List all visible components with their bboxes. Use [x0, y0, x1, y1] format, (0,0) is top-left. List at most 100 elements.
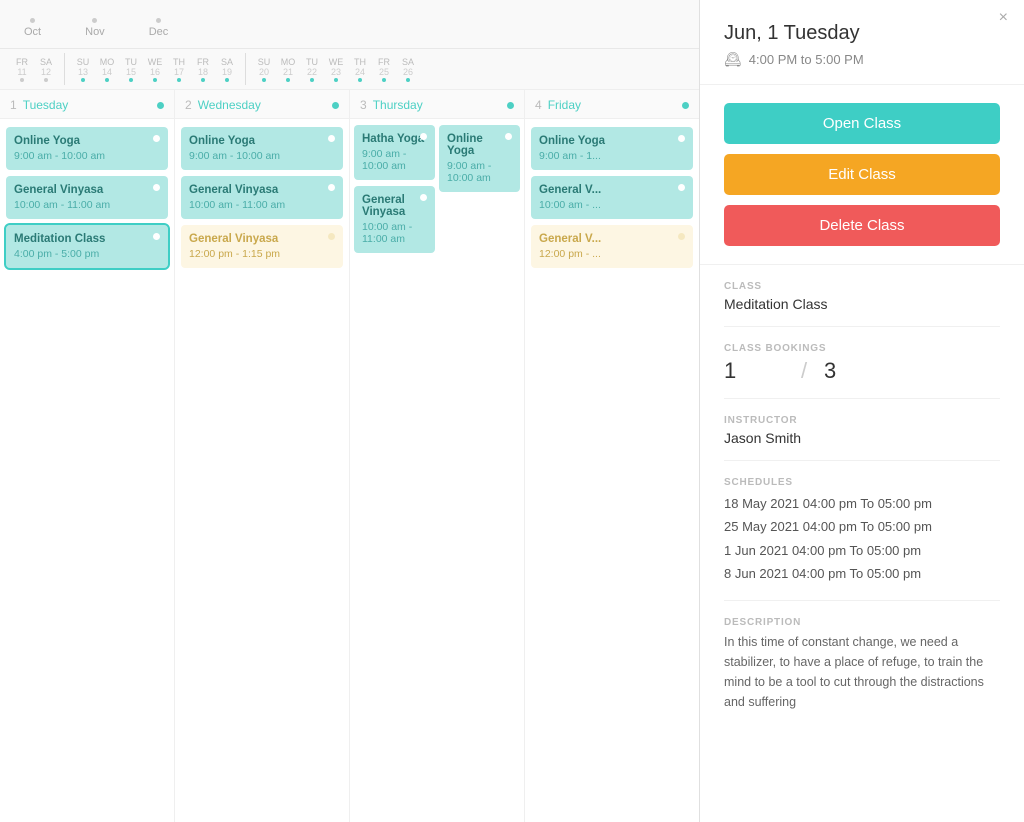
day-num-2: 2: [185, 98, 192, 112]
event-title: Online Yoga: [14, 135, 160, 147]
event-title: General Vinyasa: [14, 184, 160, 196]
day-col-friday: 4 Friday Online Yoga 9:00 am - 1... Gene…: [525, 90, 699, 822]
event-dot: [678, 135, 685, 142]
event-dot: [328, 184, 335, 191]
day-header-friday: 4 Friday: [525, 90, 699, 119]
instructor-label: INSTRUCTOR: [724, 415, 1000, 426]
event-general-vinyasa-thu[interactable]: General Vinyasa 10:00 am - 11:00 am: [354, 186, 435, 253]
event-title: General Vinyasa: [362, 194, 427, 218]
event-time: 10:00 am - 11:00 am: [189, 199, 335, 211]
schedule-item-1: 18 May 2021 04:00 pm To 05:00 pm: [724, 492, 1000, 515]
event-general-vinyasa-fri2[interactable]: General V... 12:00 pm - ...: [531, 225, 693, 268]
calendar-panel: Oct Nov Dec FR11 SA12 SU13 MO14 TU15 WE1…: [0, 0, 700, 822]
panel-header: Jun, 1 Tuesday 🕰 4:00 PM to 5:00 PM: [700, 0, 1024, 85]
event-title: Meditation Class: [14, 233, 160, 245]
day-name-wednesday: Wednesday: [198, 98, 261, 112]
event-online-yoga-tue[interactable]: Online Yoga 9:00 am - 10:00 am: [6, 127, 168, 170]
day-events-tuesday: Online Yoga 9:00 am - 10:00 am General V…: [0, 119, 174, 276]
event-time: 12:00 pm - 1:15 pm: [189, 248, 335, 260]
bookings-current: 1: [724, 358, 784, 384]
class-value: Meditation Class: [724, 296, 1000, 312]
day-name-friday: Friday: [548, 98, 581, 112]
event-time: 9:00 am - 10:00 am: [362, 148, 427, 172]
event-title: Online Yoga: [189, 135, 335, 147]
month-nov: Nov: [85, 18, 105, 38]
event-dot: [678, 184, 685, 191]
month-dec: Dec: [149, 18, 169, 38]
month-oct: Oct: [24, 18, 41, 38]
week-group-3: SU20 MO21 TU22 WE23 TH24 FR25 SA26: [252, 55, 420, 84]
schedule-item-4: 8 Jun 2021 04:00 pm To 05:00 pm: [724, 562, 1000, 585]
day-col-wednesday: 2 Wednesday Online Yoga 9:00 am - 10:00 …: [175, 90, 350, 822]
schedules-list: 18 May 2021 04:00 pm To 05:00 pm 25 May …: [724, 492, 1000, 586]
open-class-button[interactable]: Open Class: [724, 103, 1000, 144]
month-dot-nov: [92, 18, 97, 23]
event-title: Online Yoga: [447, 133, 512, 157]
event-title: Online Yoga: [539, 135, 685, 147]
clock-icon: 🕰: [724, 51, 742, 68]
day-header-wednesday: 2 Wednesday: [175, 90, 349, 119]
event-general-vinyasa-fri[interactable]: General V... 10:00 am - ...: [531, 176, 693, 219]
bookings-row: 1 / 3: [724, 358, 1000, 384]
event-hatha-yoga-thu[interactable]: Hatha Yoga 9:00 am - 10:00 am: [354, 125, 435, 180]
event-time: 10:00 am - 11:00 am: [14, 199, 160, 211]
schedules-label: SCHEDULES: [724, 477, 1000, 488]
event-online-yoga-wed[interactable]: Online Yoga 9:00 am - 10:00 am: [181, 127, 343, 170]
bookings-label: CLASS BOOKINGS: [724, 343, 1000, 354]
event-general-vinyasa-wed1[interactable]: General Vinyasa 10:00 am - 11:00 am: [181, 176, 343, 219]
event-time: 10:00 am - ...: [539, 199, 685, 211]
event-time: 12:00 pm - ...: [539, 248, 685, 260]
thursday-col-1: Hatha Yoga 9:00 am - 10:00 am General Vi…: [354, 125, 435, 253]
month-label-oct: Oct: [24, 26, 41, 38]
schedule-item-3: 1 Jun 2021 04:00 pm To 05:00 pm: [724, 539, 1000, 562]
event-online-yoga-thu[interactable]: Online Yoga 9:00 am - 10:00 am: [439, 125, 520, 192]
panel-time-row: 🕰 4:00 PM to 5:00 PM: [724, 51, 1000, 68]
timeline-nav: Oct Nov Dec: [0, 0, 699, 49]
week-group-1: FR11 SA12: [10, 55, 58, 84]
week-group-2: SU13 MO14 TU15 WE16 TH17 FR18 SA19: [71, 55, 239, 84]
event-time: 10:00 am - 11:00 am: [362, 221, 427, 245]
day-num-1: 1: [10, 98, 17, 112]
day-dot-wednesday: [332, 102, 339, 109]
day-header-tuesday: 1 Tuesday: [0, 90, 174, 119]
edit-class-button[interactable]: Edit Class: [724, 154, 1000, 195]
instructor-section: INSTRUCTOR Jason Smith: [724, 415, 1000, 461]
event-dot: [678, 233, 685, 240]
event-dot: [420, 194, 427, 201]
bookings-slash: /: [784, 358, 824, 384]
event-online-yoga-fri[interactable]: Online Yoga 9:00 am - 1...: [531, 127, 693, 170]
schedules-section: SCHEDULES 18 May 2021 04:00 pm To 05:00 …: [724, 477, 1000, 601]
schedule-item-2: 25 May 2021 04:00 pm To 05:00 pm: [724, 515, 1000, 538]
class-label: CLASS: [724, 281, 1000, 292]
day-events-thursday: Hatha Yoga 9:00 am - 10:00 am General Vi…: [350, 119, 524, 259]
delete-class-button[interactable]: Delete Class: [724, 205, 1000, 246]
event-title: Hatha Yoga: [362, 133, 427, 145]
event-meditation-tue[interactable]: Meditation Class 4:00 pm - 5:00 pm: [6, 225, 168, 268]
event-dot: [420, 133, 427, 140]
event-dot: [328, 233, 335, 240]
event-dot: [153, 184, 160, 191]
event-dot: [153, 135, 160, 142]
event-title: General Vinyasa: [189, 233, 335, 245]
event-dot: [153, 233, 160, 240]
description-section: DESCRIPTION In this time of constant cha…: [724, 617, 1000, 726]
day-num-4: 4: [535, 98, 542, 112]
instructor-value: Jason Smith: [724, 430, 1000, 446]
close-button[interactable]: ×: [999, 10, 1008, 26]
day-header-thursday: 3 Thursday: [350, 90, 524, 119]
event-general-vinyasa-wed2[interactable]: General Vinyasa 12:00 pm - 1:15 pm: [181, 225, 343, 268]
detail-panel: × Jun, 1 Tuesday 🕰 4:00 PM to 5:00 PM Op…: [700, 0, 1024, 822]
day-dot-thursday: [507, 102, 514, 109]
event-dot: [328, 135, 335, 142]
description-label: DESCRIPTION: [724, 617, 1000, 628]
timeline-months: Oct Nov Dec: [20, 18, 679, 38]
event-general-vinyasa-tue[interactable]: General Vinyasa 10:00 am - 11:00 am: [6, 176, 168, 219]
day-dot-friday: [682, 102, 689, 109]
event-time: 9:00 am - 10:00 am: [14, 150, 160, 162]
class-section: CLASS Meditation Class: [724, 281, 1000, 327]
bookings-section: CLASS BOOKINGS 1 / 3: [724, 343, 1000, 399]
panel-actions: Open Class Edit Class Delete Class: [700, 85, 1024, 265]
day-events-friday: Online Yoga 9:00 am - 1... General V... …: [525, 119, 699, 276]
month-label-nov: Nov: [85, 26, 105, 38]
wday-sa-12: SA12: [34, 55, 58, 84]
